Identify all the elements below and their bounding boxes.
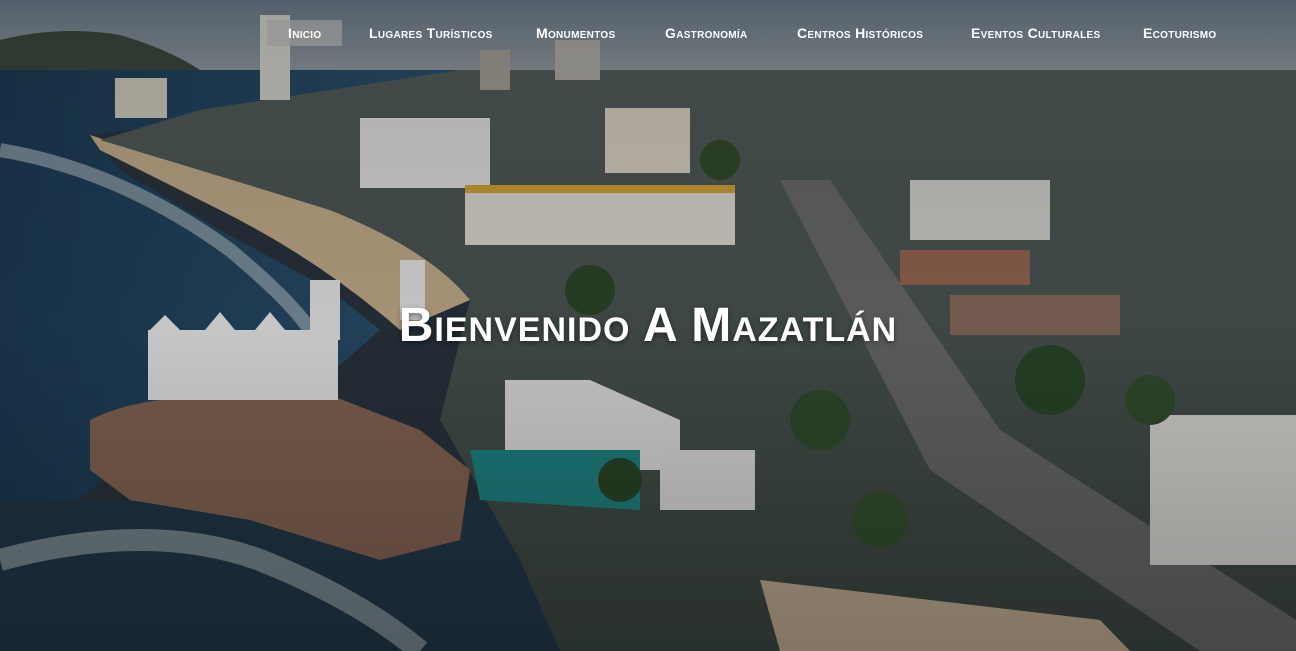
- nav-item-inicio[interactable]: Inicio: [267, 20, 343, 46]
- nav-item-centros-historicos[interactable]: Centros Históricos: [797, 20, 923, 46]
- nav-item-gastronomia[interactable]: Gastronomía: [665, 20, 748, 46]
- nav-item-eventos-culturales[interactable]: Eventos Culturales: [971, 20, 1101, 46]
- main-navigation: Inicio Lugares Turísticos Monumentos Gas…: [0, 20, 1296, 46]
- nav-item-ecoturismo[interactable]: Ecoturismo: [1143, 20, 1216, 46]
- nav-item-monumentos[interactable]: Monumentos: [536, 20, 615, 46]
- nav-item-lugares-turisticos[interactable]: Lugares Turísticos: [369, 20, 493, 46]
- hero-title: Bienvenido A Mazatlán: [398, 299, 898, 352]
